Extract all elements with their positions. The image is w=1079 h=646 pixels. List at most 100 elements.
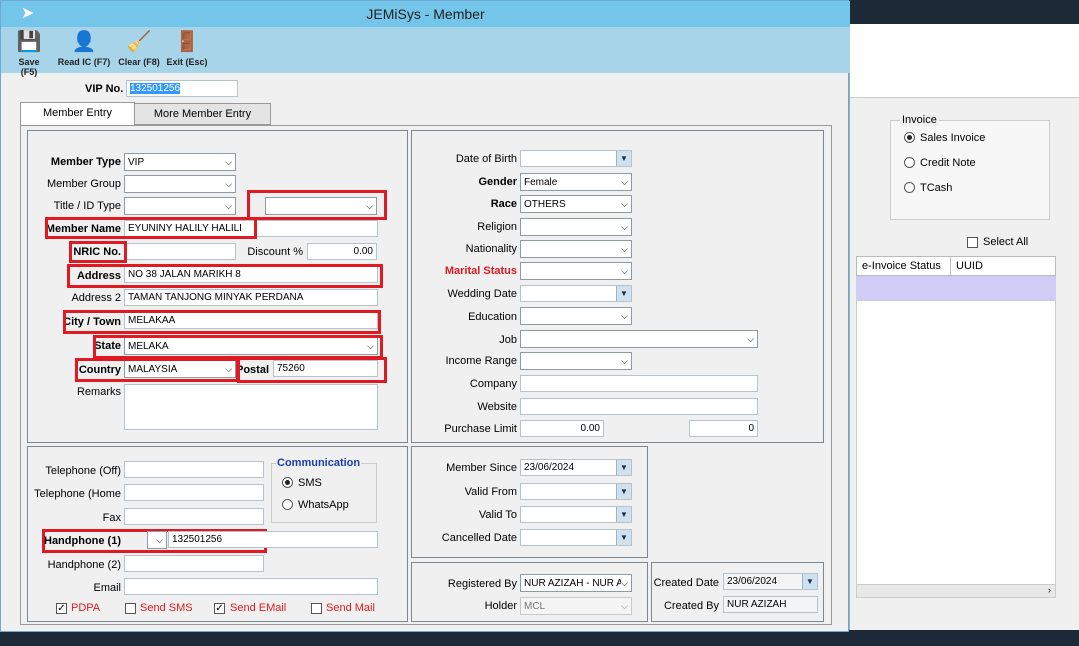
holder-select[interactable]: MCL ⌵: [520, 597, 632, 615]
income-range-select[interactable]: ⌵: [520, 352, 632, 370]
tab-more-member-entry[interactable]: More Member Entry: [134, 103, 271, 125]
member-since-datepicker[interactable]: 23/06/2024 ▼: [520, 459, 632, 476]
sales-invoice-radio[interactable]: [904, 132, 915, 143]
member-type-value: VIP: [128, 157, 145, 168]
horizontal-scrollbar[interactable]: ›: [856, 584, 1056, 598]
col-einvoice-status[interactable]: e-Invoice Status: [862, 260, 941, 272]
calendar-dropdown-icon[interactable]: ▼: [616, 151, 631, 166]
handphone1-prefix-select[interactable]: ⌵: [147, 531, 167, 549]
chevron-down-icon: ⌵: [621, 222, 628, 232]
valid-to-datepicker[interactable]: ▼: [520, 506, 632, 523]
chevron-down-icon: ⌵: [225, 157, 232, 167]
vip-no-input[interactable]: 132501256: [126, 80, 238, 97]
nric-input[interactable]: [124, 243, 236, 260]
religion-label: Religion: [477, 221, 517, 233]
registered-by-value: NUR AZIZAH - NUR A: [524, 578, 623, 589]
purchase-limit-input[interactable]: 0.00: [520, 420, 604, 437]
dob-datepicker[interactable]: ▼: [520, 150, 632, 167]
job-select[interactable]: ⌵: [520, 330, 758, 348]
broom-icon: 🧹: [126, 31, 152, 53]
purchase-limit-label: Purchase Limit: [444, 423, 517, 435]
religion-select[interactable]: ⌵: [520, 218, 632, 236]
telephone-home-input[interactable]: [124, 484, 264, 501]
mouse-cursor-icon: ➤: [21, 5, 35, 22]
handphone2-input[interactable]: [124, 555, 264, 572]
calendar-dropdown-icon[interactable]: ▼: [616, 484, 631, 499]
fax-input[interactable]: [124, 508, 264, 525]
calendar-dropdown-icon[interactable]: ▼: [616, 507, 631, 522]
cancelled-datepicker[interactable]: ▼: [520, 529, 632, 546]
discount-input[interactable]: 0.00: [307, 243, 377, 260]
address2-input[interactable]: TAMAN TANJONG MINYAK PERDANA: [124, 289, 378, 306]
gender-label: Gender: [478, 176, 517, 188]
marital-status-label: Marital Status: [444, 265, 517, 277]
chevron-down-icon: ⌵: [621, 199, 628, 209]
created-date-label: Created Date: [653, 577, 719, 589]
education-select[interactable]: ⌵: [520, 307, 632, 325]
grid-row-selected[interactable]: [856, 276, 1056, 300]
created-date-datepicker[interactable]: 23/06/2024 ▼: [723, 573, 818, 590]
pdpa-checkbox[interactable]: ✓: [56, 603, 67, 614]
highlight-postal: [237, 357, 387, 383]
send-email-checkbox[interactable]: ✓: [214, 603, 225, 614]
highlight-country: [75, 358, 239, 382]
send-sms-checkbox[interactable]: [125, 603, 136, 614]
valid-from-datepicker[interactable]: ▼: [520, 483, 632, 500]
calendar-dropdown-icon[interactable]: ▼: [802, 574, 817, 589]
clear-label: Clear (F8): [118, 57, 160, 67]
chevron-down-icon: ⌵: [621, 601, 628, 611]
email-input[interactable]: [124, 578, 378, 595]
clear-button[interactable]: 🧹 Clear (F8): [117, 29, 161, 67]
member-since-label: Member Since: [446, 462, 517, 474]
website-input[interactable]: [520, 398, 758, 415]
send-mail-label: Send Mail: [326, 602, 375, 614]
nationality-label: Nationality: [465, 243, 517, 255]
holder-label: Holder: [484, 600, 517, 612]
chevron-down-icon: ⌵: [621, 577, 628, 590]
highlight-city: [63, 310, 381, 334]
company-label: Company: [469, 378, 517, 390]
highlight-nric: [69, 241, 127, 263]
race-select[interactable]: OTHERS ⌵: [520, 195, 632, 213]
chevron-down-icon: ⌵: [156, 535, 163, 545]
member-group-select[interactable]: ⌵: [124, 175, 236, 193]
gender-select[interactable]: Female ⌵: [520, 173, 632, 191]
whatsapp-radio[interactable]: [282, 499, 293, 510]
calendar-dropdown-icon[interactable]: ▼: [616, 530, 631, 545]
handphone1-input[interactable]: 132501256: [168, 531, 378, 548]
calendar-dropdown-icon[interactable]: ▼: [616, 286, 631, 301]
telephone-off-input[interactable]: [124, 461, 264, 478]
created-by-input: NUR AZIZAH: [723, 596, 818, 613]
sms-radio[interactable]: [282, 477, 293, 488]
member-type-select[interactable]: VIP ⌵: [124, 153, 236, 171]
send-mail-checkbox[interactable]: [311, 603, 322, 614]
save-button[interactable]: 💾 Save (F5): [9, 29, 49, 77]
handphone2-label: Handphone (2): [47, 559, 121, 571]
tcash-radio[interactable]: [904, 182, 915, 193]
read-ic-button[interactable]: 👤 Read IC (F7): [55, 29, 113, 67]
purchase-limit-count-input[interactable]: 0: [689, 420, 758, 437]
created-date-value: 23/06/2024: [727, 576, 778, 587]
remarks-textarea[interactable]: [124, 384, 378, 430]
email-label: Email: [93, 582, 121, 594]
col-uuid[interactable]: UUID: [956, 260, 983, 272]
tcash-label: TCash: [920, 182, 953, 194]
company-input[interactable]: [520, 375, 758, 392]
exit-button[interactable]: 🚪 Exit (Esc): [165, 29, 209, 67]
tab-member-entry[interactable]: Member Entry: [20, 102, 135, 126]
education-label: Education: [468, 311, 517, 323]
title-select[interactable]: ⌵: [124, 197, 236, 215]
credit-note-radio[interactable]: [904, 157, 915, 168]
calendar-dropdown-icon[interactable]: ▼: [616, 460, 631, 475]
select-all-checkbox[interactable]: [967, 237, 978, 248]
marital-status-select[interactable]: ⌵: [520, 262, 632, 280]
registered-by-select[interactable]: NUR AZIZAH - NUR A ⌵: [520, 574, 632, 592]
highlight-member-name: [45, 217, 257, 239]
wedding-datepicker[interactable]: ▼: [520, 285, 632, 302]
chevron-down-icon: ⌵: [621, 177, 628, 187]
send-sms-label: Send SMS: [140, 602, 193, 614]
nationality-select[interactable]: ⌵: [520, 240, 632, 258]
chevron-down-icon: ⌵: [621, 356, 628, 366]
member-type-label: Member Type: [50, 156, 121, 168]
fax-label: Fax: [102, 512, 121, 524]
